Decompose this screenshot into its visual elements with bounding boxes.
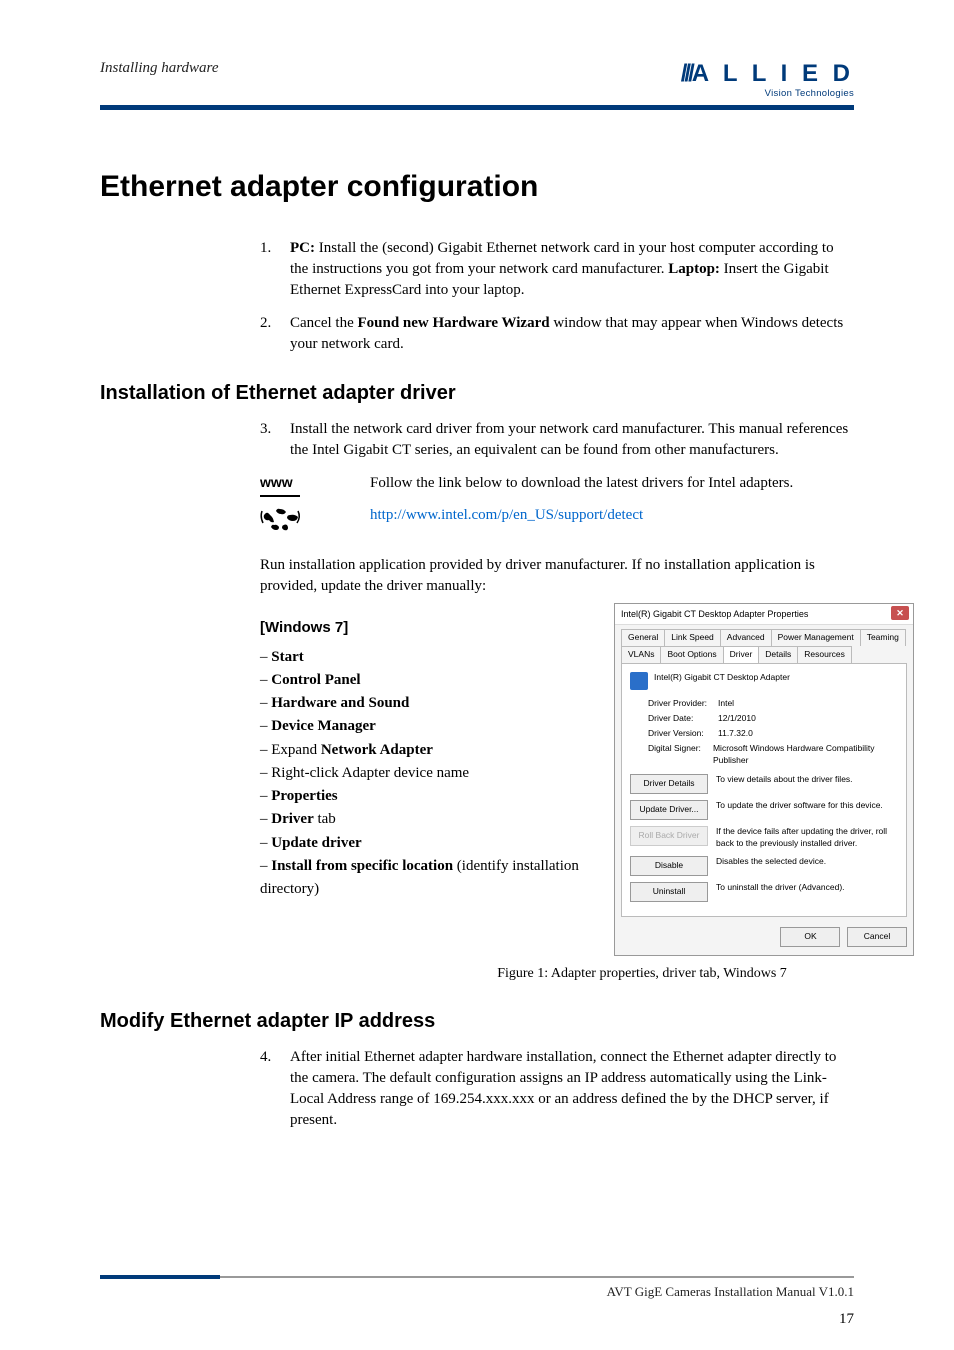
tab-boot-options[interactable]: Boot Options — [660, 646, 723, 663]
heading-install-driver: Installation of Ethernet adapter driver — [100, 379, 854, 407]
header-rule — [100, 105, 854, 110]
tab-details[interactable]: Details — [758, 646, 798, 663]
brand-logo: ///A L L I E D Vision Technologies — [681, 60, 854, 99]
heading-modify-ip: Modify Ethernet adapter IP address — [100, 1007, 854, 1035]
driver-action-buttons: Driver Details To view details about the … — [630, 774, 898, 901]
heading-windows7: [Windows 7] — [260, 617, 590, 638]
section-name: Installing hardware — [100, 60, 218, 77]
list-item: Control Panel — [260, 669, 590, 692]
step-item: 1.PC: Install the (second) Gigabit Ether… — [260, 238, 854, 301]
info-row: Driver Version:11.7.32.0 — [648, 728, 898, 740]
www-label: www — [260, 473, 370, 493]
page-number: 17 — [839, 1311, 854, 1328]
cancel-button[interactable]: Cancel — [847, 927, 907, 947]
button-row: Uninstall To uninstall the driver (Advanc… — [630, 882, 898, 902]
uninstallbutton[interactable]: Uninstall — [630, 882, 708, 902]
button-description: To uninstall the driver (Advanced). — [716, 882, 898, 894]
www-callout: www — [260, 473, 854, 543]
www-underline — [260, 495, 300, 497]
logo-slash-icon: /// — [681, 60, 692, 87]
tab-link-speed[interactable]: Link Speed — [664, 629, 721, 646]
list-item: Expand Network Adapter — [260, 739, 590, 762]
info-row: Driver Provider:Intel — [648, 698, 898, 710]
list-item: Hardware and Sound — [260, 692, 590, 715]
nic-icon — [630, 672, 648, 690]
list-item: Driver tab — [260, 808, 590, 831]
list-item: Right-click Adapter device name — [260, 762, 590, 785]
button-row: Disable Disables the selected device. — [630, 856, 898, 876]
footer-text: AVT GigE Cameras Installation Manual V1.… — [100, 1284, 854, 1300]
page-footer: AVT GigE Cameras Installation Manual V1.… — [100, 1276, 854, 1300]
steps-list-c: 4.After initial Ethernet adapter hardwar… — [260, 1047, 854, 1131]
info-row: Digital Signer:Microsoft Windows Hardwar… — [648, 743, 898, 767]
steps-list-b: 3.Install the network card driver from y… — [260, 419, 854, 461]
close-icon[interactable]: ✕ — [891, 606, 909, 620]
driver-info: Driver Provider:Intel Driver Date:12/1/20… — [648, 698, 898, 766]
button-row: Roll Back Driver If the device fails afte… — [630, 826, 898, 850]
tab-vlans[interactable]: VLANs — [621, 646, 661, 663]
button-description: Disables the selected device. — [716, 856, 898, 868]
www-link[interactable]: http://www.intel.com/p/en_US/support/det… — [370, 507, 643, 523]
adapter-properties-dialog: Intel(R) Gigabit CT Desktop Adapter Prop… — [614, 603, 914, 956]
www-text: Follow the link below to download the la… — [370, 473, 854, 495]
step-item: 2.Cancel the Found new Hardware Wizard w… — [260, 313, 854, 355]
ok-button[interactable]: OK — [780, 927, 840, 947]
button-row: Driver Details To view details about the … — [630, 774, 898, 794]
update-driver-button[interactable]: Update Driver... — [630, 800, 708, 820]
button-row: Update Driver... To update the driver sof… — [630, 800, 898, 820]
figure-caption: Figure 1: Adapter properties, driver tab… — [430, 964, 854, 984]
device-name: Intel(R) Gigabit CT Desktop Adapter — [654, 672, 790, 684]
button-description: If the device fails after updating the d… — [716, 826, 898, 850]
steps-list-a: 1.PC: Install the (second) Gigabit Ether… — [260, 238, 854, 355]
tab-general[interactable]: General — [621, 629, 665, 646]
tab-teaming[interactable]: Teaming — [860, 629, 906, 646]
globe-icon — [260, 503, 370, 543]
tab-advanced[interactable]: Advanced — [720, 629, 772, 646]
dialog-title: Intel(R) Gigabit CT Desktop Adapter Prop… — [621, 609, 808, 619]
tab-resources[interactable]: Resources — [797, 646, 852, 663]
button-description: To update the driver software for this d… — [716, 800, 898, 812]
info-row: Driver Date:12/1/2010 — [648, 713, 898, 725]
logo-subtext: Vision Technologies — [681, 88, 854, 99]
list-item: Device Manager — [260, 715, 590, 738]
list-item: Start — [260, 646, 590, 669]
step-item: 3.Install the network card driver from y… — [260, 419, 854, 461]
tab-driver[interactable]: Driver — [723, 646, 760, 663]
roll-back-driverbutton: Roll Back Driver — [630, 826, 708, 846]
list-item: Update driver — [260, 832, 590, 855]
page-title: Ethernet adapter configuration — [100, 170, 854, 204]
list-item: Install from specific location (identify… — [260, 855, 590, 902]
tab-power-management[interactable]: Power Management — [771, 629, 861, 646]
windows7-steps: StartControl PanelHardware and SoundDevi… — [260, 646, 590, 902]
step-item: 4.After initial Ethernet adapter hardwar… — [260, 1047, 854, 1131]
logo-text: A L L I E D — [692, 60, 854, 87]
driver-detailsbutton[interactable]: Driver Details — [630, 774, 708, 794]
run-installation-paragraph: Run installation application provided by… — [260, 555, 854, 597]
list-item: Properties — [260, 785, 590, 808]
button-description: To view details about the driver files. — [716, 774, 898, 786]
dialog-tabs: GeneralLink SpeedAdvancedPower Managemen… — [615, 625, 913, 663]
disablebutton[interactable]: Disable — [630, 856, 708, 876]
